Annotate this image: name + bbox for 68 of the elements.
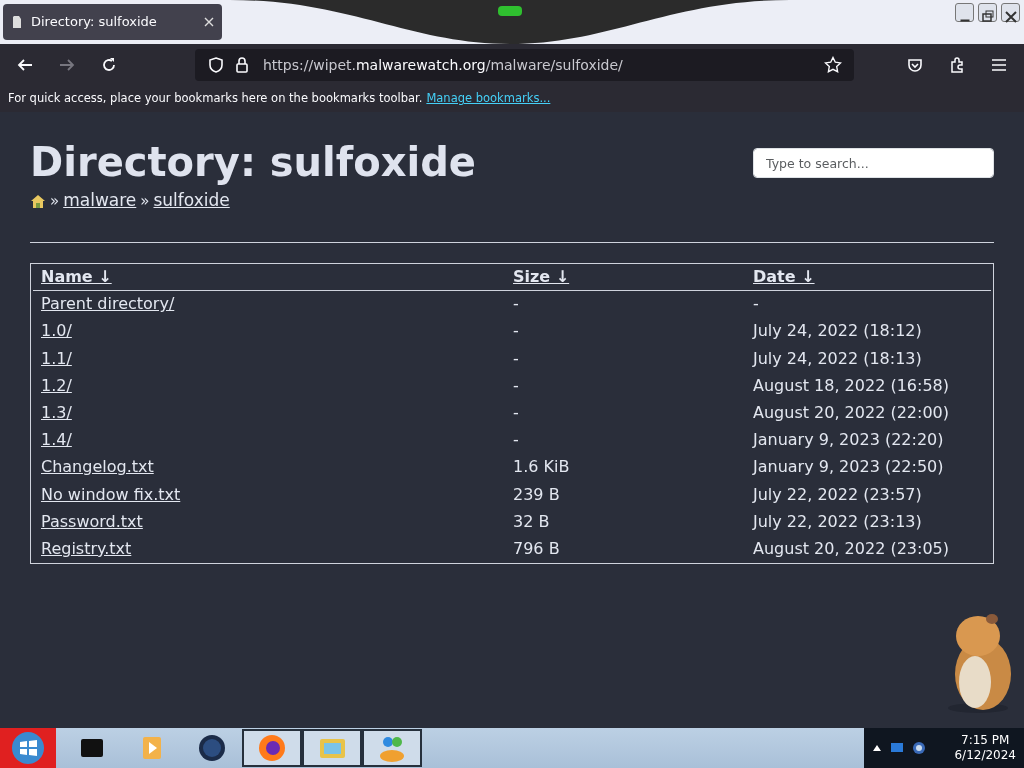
search-field[interactable]: Type to search... [753, 148, 994, 178]
taskbar-button[interactable] [302, 729, 362, 767]
network-icon[interactable] [912, 741, 926, 755]
file-link[interactable]: 1.2/ [41, 375, 72, 395]
size-cell: - [513, 403, 519, 423]
file-link[interactable]: 1.4/ [41, 430, 72, 450]
bookmarks-hint: For quick access, place your bookmarks here on the bookmarks toolbar. [8, 90, 423, 108]
column-header-link[interactable]: Size ↓ [513, 266, 570, 286]
clock-date: 6/12/2024 [954, 748, 1016, 763]
date-cell: January 9, 2023 (22:20) [753, 430, 944, 450]
file-link[interactable]: No window fix.txt [41, 484, 181, 504]
page-title: Directory: sulfoxide [30, 140, 476, 184]
file-link[interactable]: Changelog.txt [41, 457, 154, 477]
file-link[interactable]: Password.txt [41, 511, 143, 531]
clock-time: 7:15 PM [960, 733, 1011, 748]
file-link[interactable]: 1.3/ [41, 403, 72, 423]
column-header-link[interactable]: Date ↓ [753, 266, 815, 286]
star-icon[interactable] [824, 56, 842, 74]
minimize-icon [959, 19, 970, 22]
minimize-button[interactable] [955, 3, 974, 22]
date-cell: January 9, 2023 (22:50) [753, 457, 944, 477]
reload-icon[interactable] [100, 56, 118, 74]
file-link[interactable]: 1.0/ [41, 321, 72, 341]
date-cell: July 22, 2022 (23:13) [753, 511, 922, 531]
caret-icon[interactable] [872, 743, 882, 753]
date-cell: August 18, 2022 (16:58) [753, 375, 949, 395]
file-link[interactable]: Parent directory/ [41, 294, 175, 314]
close-icon [1002, 8, 1019, 25]
shield-icon[interactable] [207, 56, 225, 74]
size-cell: - [513, 321, 519, 341]
size-cell: - [513, 375, 519, 395]
pocket-icon[interactable] [906, 56, 924, 74]
date-cell: July 24, 2022 (18:12) [753, 321, 922, 341]
tab-title: Directory: sulfoxide [31, 13, 158, 32]
browser-tab[interactable]: Directory: sulfoxide [3, 4, 222, 40]
taskbar-button[interactable] [242, 729, 302, 767]
size-cell: 796 B [513, 538, 560, 558]
monitor-icon[interactable] [890, 742, 904, 754]
breadcrumb-link[interactable]: malware [63, 188, 137, 214]
size-cell: 239 B [513, 484, 560, 504]
home-icon[interactable] [30, 192, 46, 209]
size-cell: 32 B [513, 511, 550, 531]
breadcrumb-link[interactable]: sulfoxide [153, 188, 230, 214]
date-cell: July 22, 2022 (23:57) [753, 484, 922, 504]
puzzle-icon[interactable] [948, 56, 966, 74]
size-cell: - [513, 294, 519, 314]
size-cell: - [513, 430, 519, 450]
close-icon[interactable] [204, 17, 214, 27]
date-cell: - [753, 294, 759, 314]
page-icon [11, 15, 23, 29]
date-cell: July 24, 2022 (18:13) [753, 348, 922, 368]
file-link[interactable]: Registry.txt [41, 538, 132, 558]
breadcrumb-separator: » [140, 190, 150, 212]
breadcrumb-separator: » [50, 190, 60, 212]
restore-button[interactable] [978, 3, 997, 22]
size-cell: - [513, 348, 519, 368]
start-button[interactable] [0, 728, 56, 768]
close-button[interactable] [1001, 3, 1020, 22]
manage-bookmarks-link[interactable]: Manage bookmarks... [426, 90, 551, 108]
date-cell: August 20, 2022 (22:00) [753, 403, 949, 423]
column-header-link[interactable]: Name ↓ [41, 266, 112, 286]
size-cell: 1.6 KiB [513, 457, 570, 477]
restore-icon [979, 8, 996, 25]
taskbar-button[interactable] [362, 729, 422, 767]
file-link[interactable]: 1.1/ [41, 348, 72, 368]
date-cell: August 20, 2022 (23:05) [753, 538, 949, 558]
menu-icon[interactable] [990, 56, 1008, 74]
lock-icon [233, 56, 251, 74]
